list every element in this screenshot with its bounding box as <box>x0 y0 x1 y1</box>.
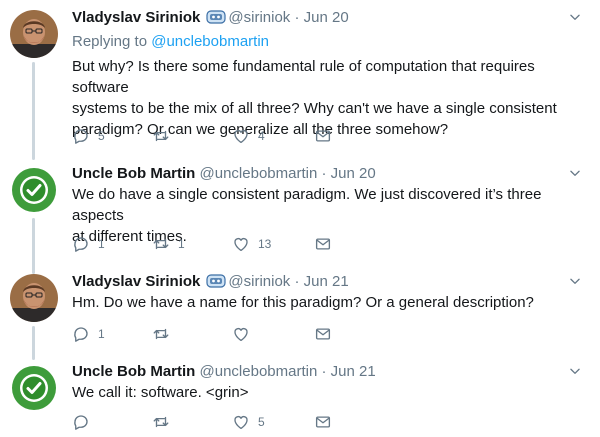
replying-to-label: Replying to <box>72 33 148 50</box>
timestamp[interactable]: Jun 20 <box>304 9 349 26</box>
caret-down-icon[interactable] <box>568 274 582 288</box>
message-icon <box>314 413 332 431</box>
separator-dot: · <box>321 363 327 380</box>
retweet-icon <box>152 235 170 253</box>
avatar[interactable] <box>10 364 58 412</box>
reply-button[interactable] <box>72 412 98 432</box>
like-button[interactable]: 4 <box>232 126 265 146</box>
tweet-header: Vladyslav Siriniok @siriniok · Jun 21 <box>72 272 349 292</box>
retweet-icon <box>152 127 170 145</box>
like-button[interactable]: 5 <box>232 412 265 432</box>
like-button[interactable]: 13 <box>232 234 271 254</box>
message-button[interactable] <box>314 324 332 344</box>
reply-icon <box>72 325 90 343</box>
avatar[interactable] <box>10 274 58 322</box>
verified-robot-icon <box>206 10 226 24</box>
tweet[interactable]: Uncle Bob Martin @unclebobmartin · Jun 2… <box>0 164 600 274</box>
retweet-icon <box>152 413 170 431</box>
like-icon <box>232 413 250 431</box>
replying-to: Replying to @unclebobmartin <box>72 32 269 52</box>
avatar[interactable] <box>10 166 58 214</box>
caret-down-icon[interactable] <box>568 166 582 180</box>
timestamp[interactable]: Jun 21 <box>304 273 349 290</box>
reply-button[interactable]: 1 <box>72 324 105 344</box>
reply-icon <box>72 235 90 253</box>
author-name[interactable]: Vladyslav Siriniok <box>72 273 200 290</box>
tweet[interactable]: Vladyslav Siriniok @siriniok · Jun 21 Hm.… <box>0 272 600 360</box>
reply-count: 5 <box>98 129 105 143</box>
tweet-text: We call it: software. <grin> <box>72 382 582 403</box>
avatar[interactable] <box>10 10 58 58</box>
message-button[interactable] <box>314 234 332 254</box>
like-icon <box>232 235 250 253</box>
message-icon <box>314 127 332 145</box>
caret-down-icon[interactable] <box>568 10 582 24</box>
message-icon <box>314 235 332 253</box>
thread-line <box>32 326 35 360</box>
tweet[interactable]: Uncle Bob Martin @unclebobmartin · Jun 2… <box>0 362 600 437</box>
caret-down-icon[interactable] <box>568 364 582 378</box>
tweet-text-line: systems to be the mix of all three? Why … <box>72 100 557 117</box>
author-name[interactable]: Uncle Bob Martin <box>72 165 195 182</box>
retweet-icon <box>152 325 170 343</box>
like-icon <box>232 127 250 145</box>
retweet-count: 1 <box>178 237 185 251</box>
author-handle[interactable]: @unclebobmartin <box>200 165 318 182</box>
replying-to-handle[interactable]: @unclebobmartin <box>151 33 269 50</box>
like-button[interactable] <box>232 324 258 344</box>
tweet-header: Uncle Bob Martin @unclebobmartin · Jun 2… <box>72 164 376 184</box>
retweet-button[interactable] <box>152 412 178 432</box>
author-handle[interactable]: @siriniok <box>228 273 290 290</box>
author-handle[interactable]: @unclebobmartin <box>200 363 318 380</box>
separator-dot: · <box>321 165 327 182</box>
retweet-button[interactable]: 1 <box>152 234 185 254</box>
like-count: 4 <box>258 129 265 143</box>
tweet-text-line: We do have a single consistent paradigm.… <box>72 186 542 224</box>
author-name[interactable]: Vladyslav Siriniok <box>72 9 200 26</box>
tweet-text-line: But why? Is there some fundamental rule … <box>72 58 535 96</box>
like-count: 13 <box>258 237 272 251</box>
tweet-header: Uncle Bob Martin @unclebobmartin · Jun 2… <box>72 362 376 382</box>
author-name[interactable]: Uncle Bob Martin <box>72 363 195 380</box>
timestamp[interactable]: Jun 20 <box>331 165 376 182</box>
separator-dot: · <box>294 9 300 26</box>
message-button[interactable] <box>314 412 332 432</box>
thread-line <box>32 218 35 274</box>
like-count: 5 <box>258 415 265 429</box>
tweet[interactable]: Vladyslav Siriniok @siriniok · Jun 20 Rep… <box>0 8 600 160</box>
tweet-text: Hm. Do we have a name for this paradigm?… <box>72 292 582 313</box>
reply-button[interactable]: 5 <box>72 126 105 146</box>
timestamp[interactable]: Jun 21 <box>331 363 376 380</box>
retweet-button[interactable] <box>152 126 178 146</box>
tweet-text-line: Hm. Do we have a name for this paradigm?… <box>72 294 534 311</box>
reply-button[interactable]: 1 <box>72 234 105 254</box>
message-icon <box>314 325 332 343</box>
like-icon <box>232 325 250 343</box>
tweet-text-line: We call it: software. <grin> <box>72 384 249 401</box>
reply-count: 1 <box>98 327 105 341</box>
author-handle[interactable]: @siriniok <box>228 9 290 26</box>
separator-dot: · <box>294 273 300 290</box>
reply-icon <box>72 127 90 145</box>
reply-icon <box>72 413 90 431</box>
verified-robot-icon <box>206 274 226 288</box>
reply-count: 1 <box>98 237 105 251</box>
retweet-button[interactable] <box>152 324 178 344</box>
message-button[interactable] <box>314 126 332 146</box>
thread-line <box>32 62 35 160</box>
tweet-header: Vladyslav Siriniok @siriniok · Jun 20 <box>72 8 349 28</box>
